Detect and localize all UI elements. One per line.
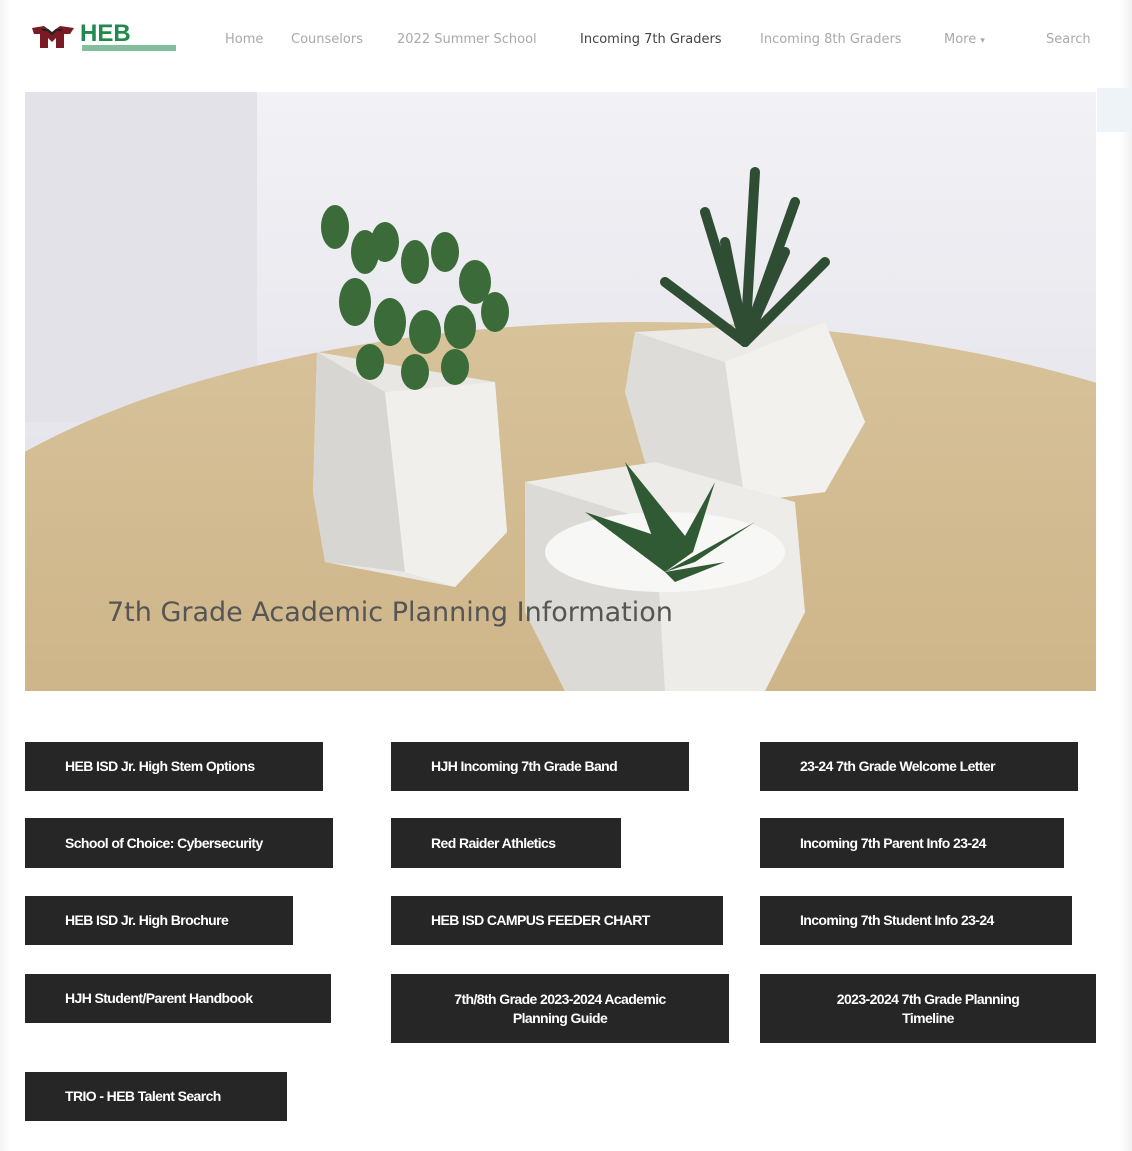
btn-student-info[interactable]: Incoming 7th Student Info 23-24 — [760, 896, 1072, 945]
nav-incoming-8th-graders[interactable]: Incoming 8th Graders — [760, 32, 902, 47]
side-close-tab[interactable] — [1097, 88, 1132, 132]
btn-cybersecurity[interactable]: School of Choice: Cybersecurity — [25, 818, 333, 868]
site-logo[interactable]: HEB — [30, 20, 176, 54]
nav-summer-school[interactable]: 2022 Summer School — [397, 32, 537, 47]
chevron-down-icon: ▾ — [980, 36, 985, 46]
btn-jr-high-brochure[interactable]: HEB ISD Jr. High Brochure — [25, 896, 293, 945]
nav-search[interactable]: Search — [1046, 32, 1091, 47]
btn-planning-timeline[interactable]: 2023-2024 7th Grade Planning Timeline — [760, 974, 1096, 1043]
btn-parent-info[interactable]: Incoming 7th Parent Info 23-24 — [760, 818, 1064, 868]
nav-home[interactable]: Home — [225, 32, 263, 47]
btn-red-raider-athletics[interactable]: Red Raider Athletics — [391, 818, 621, 868]
logo-wordmark: HEB — [80, 20, 131, 47]
btn-trio-talent-search[interactable]: TRIO - HEB Talent Search — [25, 1072, 287, 1121]
btn-7th-grade-band[interactable]: HJH Incoming 7th Grade Band — [391, 742, 689, 791]
raider-logo-icon — [32, 26, 74, 48]
nav-incoming-7th-graders[interactable]: Incoming 7th Graders — [580, 32, 722, 47]
site-header: HEB Home Counselors 2022 Summer School I… — [0, 0, 1132, 84]
nav-more[interactable]: More ▾ — [944, 32, 985, 47]
hero-title: 7th Grade Academic Planning Information — [107, 597, 673, 628]
btn-student-parent-handbook[interactable]: HJH Student/Parent Handbook — [25, 974, 331, 1023]
logo-underline — [82, 45, 176, 51]
btn-welcome-letter[interactable]: 23-24 7th Grade Welcome Letter — [760, 742, 1078, 791]
btn-campus-feeder-chart[interactable]: HEB ISD CAMPUS FEEDER CHART — [391, 896, 723, 945]
nav-counselors[interactable]: Counselors — [291, 32, 363, 47]
btn-stem-options[interactable]: HEB ISD Jr. High Stem Options — [25, 742, 323, 791]
nav-more-label: More — [944, 32, 977, 47]
btn-academic-planning-guide[interactable]: 7th/8th Grade 2023-2024 Academic Plannin… — [391, 974, 729, 1043]
hero-banner: 7th Grade Academic Planning Information — [25, 92, 1096, 691]
